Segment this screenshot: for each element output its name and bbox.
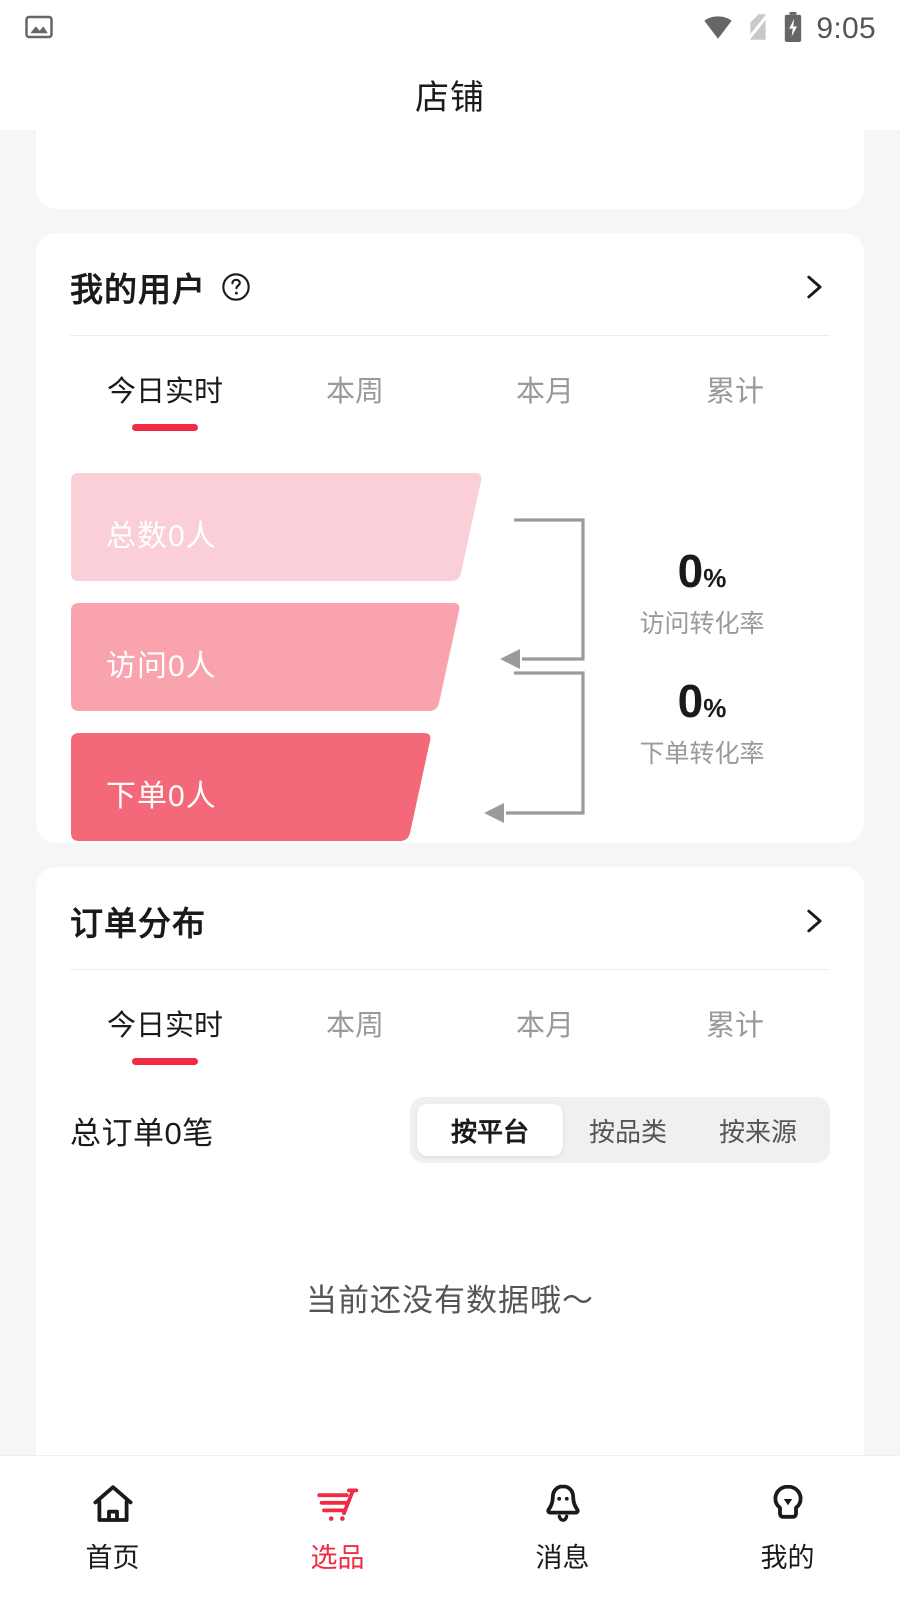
status-bar-left — [24, 12, 54, 47]
my-users-header[interactable]: 我的用户 — [36, 233, 864, 335]
tab-label: 今日实时 — [106, 376, 223, 408]
tab-cumulative[interactable]: 累计 — [640, 976, 830, 1075]
conversion-order: 0% 下单转化率 — [572, 678, 832, 770]
order-distribution-header[interactable]: 订单分布 — [36, 867, 864, 969]
conversion-order-caption: 下单转化率 — [639, 740, 765, 768]
segment-by-category[interactable]: 按品类 — [563, 1104, 693, 1156]
total-orders-text: 总订单0笔 — [70, 1115, 214, 1151]
shopping-cart-icon — [314, 1478, 362, 1530]
divider — [70, 969, 830, 970]
status-bar-right: 9:05 — [702, 11, 876, 47]
question-circle-icon[interactable] — [220, 271, 252, 303]
battery-charging-icon — [782, 11, 804, 47]
conversion-visit: 0% 访问转化率 — [572, 548, 832, 640]
tab-label: 本周 — [325, 376, 384, 408]
tab-cumulative[interactable]: 累计 — [640, 342, 830, 441]
tab-this-month[interactable]: 本月 — [450, 342, 640, 441]
page-title: 店铺 — [415, 78, 485, 117]
home-icon — [89, 1478, 137, 1530]
tab-label: 本月 — [515, 1010, 574, 1042]
tab-label: 今日实时 — [106, 1010, 223, 1042]
tab-label: 本周 — [325, 1010, 384, 1042]
percent-sign: % — [703, 563, 727, 593]
my-users-title: 我的用户 — [70, 271, 206, 308]
order-distribution-tabs: 今日实时 本周 本月 累计 — [36, 976, 864, 1075]
empty-state-message: 当前还没有数据哦～ — [306, 1283, 594, 1318]
app-title-bar: 店铺 — [0, 58, 900, 130]
funnel-arrow-2 — [484, 803, 504, 823]
conversion-visit-caption: 访问转化率 — [639, 610, 765, 638]
conversion-order-value: 0% — [677, 675, 727, 727]
funnel-arrow-1 — [500, 649, 520, 669]
tab-this-week[interactable]: 本周 — [260, 342, 450, 441]
nav-item-home[interactable]: 首页 — [0, 1456, 225, 1575]
my-users-card: 我的用户 今日实时 本周 本月 累计 总数0人 访问0人 下单0人 0% 访问转… — [36, 233, 864, 843]
tab-this-month[interactable]: 本月 — [450, 976, 640, 1075]
tab-label: 累计 — [705, 1010, 764, 1042]
nav-item-messages[interactable]: 消息 — [450, 1456, 675, 1575]
tab-label: 本月 — [515, 376, 574, 408]
conversion-visit-value: 0% — [677, 545, 727, 597]
funnel-bar-order — [71, 733, 431, 841]
tab-active-underline — [132, 424, 198, 431]
segment-by-platform[interactable]: 按平台 — [416, 1104, 563, 1156]
order-distribution-card: 订单分布 今日实时 本周 本月 累计 总订单0笔 按平台 按品类 按来源 当前还… — [36, 867, 864, 1550]
tab-today-realtime[interactable]: 今日实时 — [70, 342, 260, 441]
status-bar-clock: 9:05 — [816, 12, 876, 45]
tab-active-underline — [132, 1058, 198, 1065]
wifi-icon — [702, 14, 734, 45]
percent-sign: % — [703, 693, 727, 723]
order-summary-row: 总订单0笔 按平台 按品类 按来源 — [36, 1081, 864, 1163]
nav-label-profile: 我的 — [760, 1543, 815, 1573]
scroll-content[interactable]: 我的用户 今日实时 本周 本月 累计 总数0人 访问0人 下单0人 0% 访问转… — [0, 130, 900, 1550]
nav-label-selection: 选品 — [310, 1543, 365, 1573]
divider — [70, 335, 830, 336]
order-group-by-segmented-control: 按平台 按品类 按来源 — [409, 1097, 830, 1163]
funnel-bar-visit — [71, 603, 460, 711]
order-distribution-title: 订单分布 — [70, 905, 206, 942]
nav-item-selection[interactable]: 选品 — [225, 1456, 450, 1575]
chevron-right-icon[interactable] — [796, 270, 830, 304]
tab-today-realtime[interactable]: 今日实时 — [70, 976, 260, 1075]
nav-label-messages: 消息 — [535, 1543, 590, 1573]
image-icon — [24, 12, 54, 47]
nav-item-profile[interactable]: 我的 — [675, 1456, 900, 1575]
user-funnel-chart: 总数0人 访问0人 下单0人 0% 访问转化率 0% 下单转化率 — [36, 463, 864, 843]
app-screen: 9:05 店铺 我的用户 今日实时 本周 本月 累计 总数0人 访问0人 下单0… — [0, 0, 900, 1600]
status-bar: 9:05 — [0, 0, 900, 58]
bottom-navigation-bar: 首页 选品 消息 我的 — [0, 1455, 900, 1600]
tab-this-week[interactable]: 本周 — [260, 976, 450, 1075]
bell-icon — [539, 1478, 587, 1530]
chevron-right-icon[interactable] — [796, 904, 830, 938]
person-icon — [764, 1478, 812, 1530]
partial-card-above[interactable] — [36, 130, 864, 209]
nav-label-home: 首页 — [85, 1543, 140, 1573]
my-users-tabs: 今日实时 本周 本月 累计 — [36, 342, 864, 441]
no-sim-icon — [746, 12, 770, 46]
funnel-bar-total — [71, 473, 482, 581]
funnel-svg — [71, 473, 585, 841]
segment-by-source[interactable]: 按来源 — [693, 1104, 823, 1156]
tab-label: 累计 — [705, 376, 764, 408]
